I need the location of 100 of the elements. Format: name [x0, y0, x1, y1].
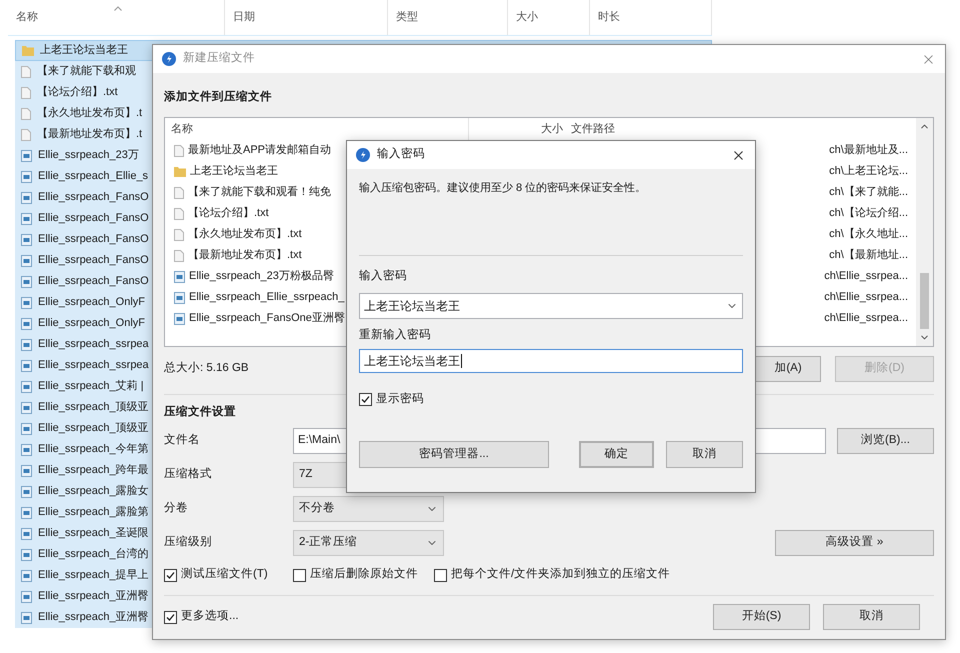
video-file-icon	[174, 292, 185, 304]
checkbox[interactable]	[164, 610, 177, 624]
confirm-password-field[interactable]: 上老王论坛当老王	[359, 349, 743, 373]
checkbox[interactable]	[434, 568, 447, 582]
file-path: ch\【来了就能...	[829, 184, 909, 200]
video-file-icon	[21, 570, 32, 582]
document-icon	[21, 108, 31, 120]
field-label: 文件名	[164, 432, 201, 448]
file-name: Ellie_ssrpeach_亚洲臀	[38, 610, 149, 626]
file-name: Ellie_ssrpeach_23万粉极品臀	[189, 269, 334, 284]
file-name: Ellie_ssrpeach_Ellie_s	[38, 169, 148, 184]
document-icon	[174, 144, 184, 156]
video-file-icon	[21, 528, 32, 540]
start-button[interactable]: 开始(S)	[713, 604, 810, 630]
file-path: ch\上老王论坛...	[829, 164, 909, 180]
add-button[interactable]: 加(A)	[755, 356, 821, 382]
video-file-icon	[21, 590, 32, 602]
file-name: 【论坛介绍】.txt	[188, 206, 269, 222]
file-name: Ellie_ssrpeach_FansO	[38, 190, 149, 206]
file-name: 【来了就能下载和观	[37, 64, 136, 80]
file-path: ch\【最新地址...	[829, 248, 909, 264]
scrollbar[interactable]	[916, 118, 933, 346]
ok-button[interactable]: 确定	[579, 441, 654, 468]
video-file-icon	[21, 254, 32, 266]
document-icon	[21, 86, 31, 98]
section-title: 压缩文件设置	[164, 404, 237, 420]
video-file-icon	[21, 338, 32, 350]
section-title: 添加文件到压缩文件	[164, 89, 273, 105]
checkbox[interactable]	[359, 393, 372, 406]
file-name: Ellie_ssrpeach_OnlyF	[38, 316, 145, 332]
file-name: Ellie_ssrpeach_亚洲臀	[38, 589, 149, 604]
option-label: 压缩后删除原始文件	[310, 566, 418, 582]
field-label: 输入密码	[359, 269, 408, 283]
option-label: 显示密码	[376, 391, 424, 407]
video-file-icon	[174, 312, 185, 324]
document-icon	[174, 186, 184, 198]
file-name: Ellie_ssrpeach_顶级亚	[38, 400, 149, 416]
column-header[interactable]: 文件路径	[571, 120, 615, 138]
document-icon	[174, 208, 184, 220]
cancel-button[interactable]: 取消	[823, 604, 920, 630]
folder-icon	[22, 45, 34, 56]
video-file-icon	[21, 296, 32, 308]
file-name: Ellie_ssrpeach_跨年最	[38, 463, 149, 478]
file-name: Ellie_ssrpeach_今年第	[38, 442, 149, 458]
window-title: 新建压缩文件	[183, 50, 255, 66]
dropdown[interactable]: 2-正常压缩	[293, 530, 444, 556]
file-path: ch\Ellie_ssrpea...	[824, 290, 909, 306]
file-name: 最新地址及APP请发邮箱自动	[188, 142, 332, 158]
column-header[interactable]: 类型	[396, 9, 418, 26]
video-file-icon	[21, 360, 32, 372]
column-header[interactable]: 名称	[16, 9, 38, 26]
scroll-thumb[interactable]	[920, 273, 929, 329]
file-name: Ellie_ssrpeach_圣诞限	[38, 526, 149, 542]
file-name: 【论坛介绍】.txt	[37, 84, 118, 100]
column-header[interactable]: 大小	[541, 120, 563, 138]
file-name: Ellie_ssrpeach_23万	[38, 148, 139, 164]
file-name: Ellie_ssrpeach_ssrpea	[38, 337, 149, 352]
video-file-icon	[21, 612, 32, 624]
column-header[interactable]: 日期	[233, 9, 255, 26]
video-file-icon	[21, 276, 32, 288]
dropdown[interactable]: 不分卷	[293, 496, 444, 522]
file-name: Ellie_ssrpeach_露脸女	[38, 484, 149, 500]
checkbox[interactable]	[293, 568, 306, 582]
file-name: Ellie_ssrpeach_OnlyF	[38, 295, 145, 310]
field-label: 压缩格式	[164, 466, 213, 482]
file-name: Ellie_ssrpeach_FansO	[38, 211, 149, 226]
file-name: 上老王论坛当老王	[190, 164, 278, 180]
field-label: 压缩级别	[164, 534, 213, 550]
total-size: 总大小: 5.16 GB	[164, 360, 249, 376]
password-manager-button[interactable]: 密码管理器...	[359, 441, 549, 468]
window-title: 输入密码	[377, 146, 425, 162]
video-file-icon	[21, 234, 32, 246]
file-name: 【永久地址发布页】.t	[37, 106, 142, 122]
dialog-button[interactable]: 高级设置 »	[775, 530, 934, 556]
file-name: Ellie_ssrpeach_FansO	[38, 274, 149, 290]
document-icon	[21, 128, 31, 140]
app-icon	[162, 52, 176, 66]
checkbox[interactable]	[164, 568, 177, 582]
column-header[interactable]: 时长	[598, 9, 620, 26]
file-name: Ellie_ssrpeach_FansOne亚洲臀	[189, 311, 345, 326]
option-label: 更多选项...	[181, 608, 239, 624]
file-name: Ellie_ssrpeach_FansO	[38, 253, 149, 268]
file-name: Ellie_ssrpeach_FansO	[38, 232, 149, 248]
video-file-icon	[21, 486, 32, 498]
file-name: Ellie_ssrpeach_台湾的	[38, 546, 149, 562]
video-file-icon	[21, 464, 32, 476]
file-name: 【永久地址发布页】.txt	[188, 226, 302, 242]
password-field[interactable]: 上老王论坛当老王	[359, 293, 743, 319]
file-name: Ellie_ssrpeach_Ellie_ssrpeach_	[189, 290, 344, 306]
dialog-button[interactable]: 浏览(B)...	[837, 428, 934, 454]
file-name: 【来了就能下载和观看！纯免	[188, 184, 331, 200]
column-header[interactable]: 名称	[171, 120, 193, 138]
file-path: ch\最新地址及...	[829, 142, 909, 158]
video-file-icon	[21, 402, 32, 414]
file-name: 【最新地址发布页】.t	[37, 126, 142, 142]
app-icon	[356, 148, 370, 162]
video-file-icon	[21, 192, 32, 204]
cancel-button[interactable]: 取消	[666, 441, 743, 468]
column-header[interactable]: 大小	[516, 9, 538, 26]
video-file-icon	[21, 318, 32, 330]
